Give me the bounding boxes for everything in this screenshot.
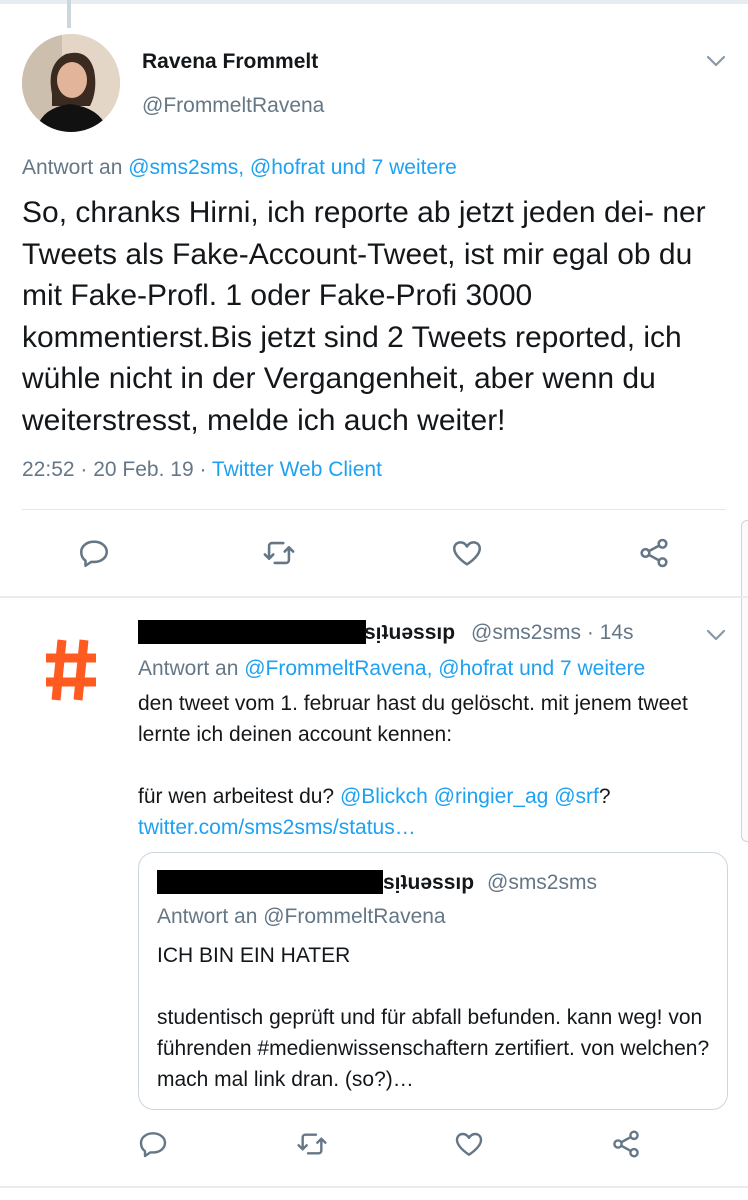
like-heart-icon[interactable] [453,1128,485,1160]
top-divider [0,0,748,4]
tweet-meta: 22:52 · 20 Feb. 19 · Twitter Web Client [22,458,382,482]
section-divider [0,596,748,598]
author-handle[interactable]: @FrommeltRavena [142,94,324,118]
reply-prefix: Antwort an [138,657,239,680]
redacted-name [157,870,383,894]
tweet-timestamp[interactable]: 22:52 · 20 Feb. 19 · [22,458,212,481]
reply-handle[interactable]: @sms2sms [471,621,581,644]
reply-author-name-suffix[interactable]: sı̣ʇuǝssıp [364,621,455,645]
share-icon[interactable] [637,536,671,570]
avatar-photo [22,34,120,132]
author-name[interactable]: Ravena Frommelt [142,50,318,74]
reply-text-body: den tweet vom 1. februar hast du gelösch… [138,692,688,746]
quote-reply-target: @FrommeltRavena [263,905,446,928]
thread-connector-line [67,0,71,28]
reply-age: · 14s [586,621,634,644]
question-text: für wen arbeitest du? [138,785,340,808]
reply-text-question: für wen arbeitest du? @Blickch @ringier_… [138,781,728,812]
chevron-down-icon[interactable] [705,50,727,72]
scrollbar[interactable] [741,520,748,842]
like-heart-icon[interactable] [450,536,484,570]
mention-blickch[interactable]: @Blickch [340,785,428,808]
avatar[interactable] [22,34,120,132]
divider [22,509,726,510]
reply-icon[interactable] [77,536,111,570]
reply-context: Antwort an @FrommeltRavena, @hofrat und … [138,657,645,681]
quote-author-name-suffix: sı̣ʇuǝssıp [383,871,475,894]
tweet-client-link[interactable]: Twitter Web Client [212,458,382,481]
reply-text: den tweet vom 1. februar hast du gelösch… [138,688,728,843]
reply-icon[interactable] [137,1128,169,1160]
reply-prefix: Antwort an [22,156,123,179]
reply-context: Antwort an @sms2sms, @hofrat und 7 weite… [22,156,457,180]
mention-ringier[interactable]: @ringier_ag [434,785,549,808]
reply-author-handle[interactable]: @sms2sms · 14s [471,621,634,645]
status-link[interactable]: twitter.com/sms2sms/status… [138,812,728,843]
question-mark: ? [598,785,611,808]
retweet-icon[interactable] [262,536,296,570]
redacted-name [138,620,366,644]
tweet-text: So, chranks Hirni, ich reporte ab jetzt … [22,196,706,437]
hashtag-avatar-icon[interactable] [44,636,98,704]
share-icon[interactable] [610,1128,642,1160]
bottom-divider [0,1186,748,1188]
quote-text: ICH BIN EIN HATER studentisch geprüft un… [157,944,710,1091]
chevron-down-icon[interactable] [705,624,727,646]
quote-reply-prefix: Antwort an [157,905,258,928]
quote-reply-context: Antwort an @FrommeltRavena [157,905,446,929]
reply-targets-link[interactable]: @sms2sms, @hofrat und 7 weitere [128,156,457,179]
retweet-icon[interactable] [296,1128,328,1160]
reply-targets-link[interactable]: @FrommeltRavena, @hofrat und 7 weitere [244,657,645,680]
quote-author-handle: @sms2sms [487,871,597,894]
mention-srf[interactable]: @srf [554,785,599,808]
